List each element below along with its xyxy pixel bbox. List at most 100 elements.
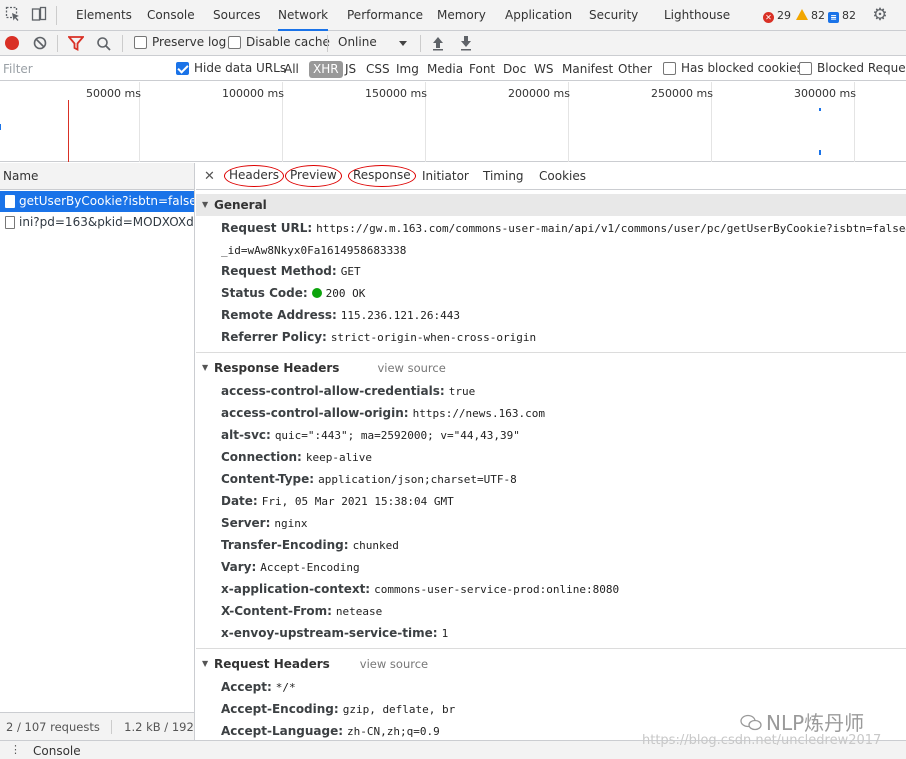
filter-type-ws[interactable]: WS [534, 61, 553, 78]
request-url-continuation: _id=wAw8Nkyx0Fa1614958683338 [221, 240, 406, 260]
hide-data-urls-checkbox[interactable] [176, 62, 189, 75]
clear-icon[interactable] [33, 36, 47, 50]
tab-response-label: Response [353, 168, 411, 182]
header-value: */* [275, 681, 296, 694]
tab-sources[interactable]: Sources [213, 0, 260, 31]
response-headers-section-header[interactable]: Response Headers view source [196, 357, 906, 379]
header-key: Accept-Language: [221, 724, 344, 738]
tab-security[interactable]: Security [589, 0, 638, 31]
info-count: 82 [842, 9, 856, 22]
error-count-badge[interactable]: ✕ 29 [763, 8, 791, 23]
filter-funnel-icon[interactable] [67, 36, 85, 51]
section-title: General [214, 198, 267, 212]
tab-cookies[interactable]: Cookies [539, 163, 586, 190]
blocked-requests-label: Blocked Requests [817, 61, 906, 75]
close-icon[interactable]: ✕ [204, 163, 215, 190]
filter-type-other[interactable]: Other [618, 61, 652, 78]
view-source-link[interactable]: view source [377, 361, 445, 375]
header-value: 200 OK [325, 287, 366, 300]
tab-timing[interactable]: Timing [483, 163, 524, 190]
tab-initiator[interactable]: Initiator [422, 163, 469, 190]
filter-type-media[interactable]: Media [427, 61, 463, 78]
filter-type-css[interactable]: CSS [366, 61, 390, 78]
timeline-tick-label: 200000 ms [508, 87, 570, 100]
timeline-request-mark [819, 108, 821, 111]
response-header-row: access-control-allow-origin: https://news… [221, 403, 545, 423]
request-header-row: Accept: */* [221, 677, 296, 697]
tab-preview[interactable]: Preview [285, 165, 342, 187]
timeline-overview[interactable]: 50000 ms 100000 ms 150000 ms 200000 ms 2… [0, 82, 906, 162]
divider [327, 35, 328, 52]
export-har-icon[interactable] [459, 35, 473, 51]
timeline-tick-label: 150000 ms [365, 87, 427, 100]
timeline-request-mark [0, 124, 1, 130]
search-icon[interactable] [96, 36, 112, 52]
request-count: 2 / 107 requests [6, 720, 100, 734]
response-header-row: Connection: keep-alive [221, 447, 372, 467]
tab-elements[interactable]: Elements [76, 0, 132, 31]
header-key: Connection: [221, 450, 302, 464]
divider [196, 648, 906, 649]
section-title: Request Headers [214, 657, 330, 671]
tab-response[interactable]: Response [348, 165, 416, 187]
filter-type-js[interactable]: JS [345, 61, 356, 78]
tab-performance[interactable]: Performance [347, 0, 423, 31]
tab-console[interactable]: Console [147, 0, 195, 31]
network-toolbar: Preserve log Disable cache Online [0, 31, 906, 56]
filter-type-font[interactable]: Font [469, 61, 495, 78]
drawer-tab-console[interactable]: Console [33, 744, 81, 758]
import-har-icon[interactable] [431, 35, 445, 51]
tab-application[interactable]: Application [505, 0, 572, 31]
throttling-select[interactable]: Online [338, 35, 377, 49]
tab-memory[interactable]: Memory [437, 0, 486, 31]
header-value: gzip, deflate, br [342, 703, 456, 716]
header-value: https://news.163.com [412, 407, 546, 420]
chevron-down-icon[interactable] [399, 41, 407, 46]
watermark-url: https://blog.csdn.net/uncledrew2017 [642, 733, 882, 748]
request-row[interactable]: getUserByCookie?isbtn=false... [0, 191, 194, 212]
info-icon: ≡ [828, 12, 839, 23]
watermark-brand: NLP炼丹师 [740, 707, 864, 736]
blocked-requests-checkbox[interactable] [799, 62, 812, 75]
response-header-row: Server: nginx [221, 513, 308, 533]
view-source-link[interactable]: view source [360, 657, 428, 671]
has-blocked-cookies-checkbox[interactable] [663, 62, 676, 75]
timeline-load-marker [68, 100, 69, 162]
header-key: Request Method: [221, 264, 337, 278]
referrer-policy-row: Referrer Policy: strict-origin-when-cross… [221, 327, 536, 347]
divider [420, 35, 421, 52]
warning-count-badge[interactable]: 82 [796, 8, 825, 23]
disable-cache-checkbox[interactable] [228, 36, 241, 49]
header-value: quic=":443"; ma=2592000; v="44,43,39" [274, 429, 520, 442]
tab-network[interactable]: Network [278, 0, 329, 31]
inspect-element-icon[interactable] [4, 6, 22, 24]
timeline-tick-label: 100000 ms [222, 87, 284, 100]
header-value: zh-CN,zh;q=0.9 [347, 725, 440, 738]
preserve-log-checkbox[interactable] [134, 36, 147, 49]
tab-headers[interactable]: Headers [224, 165, 284, 187]
divider [111, 720, 113, 734]
filter-type-xhr[interactable]: XHR [309, 61, 343, 78]
header-key: Content-Type: [221, 472, 315, 486]
filter-type-manifest[interactable]: Manifest [562, 61, 613, 78]
device-toolbar-icon[interactable] [30, 6, 48, 24]
settings-gear-icon[interactable]: ⚙ [871, 6, 889, 24]
drawer-menu-icon[interactable]: ⋮ [10, 744, 21, 756]
request-header-row: Accept-Encoding: gzip, deflate, br [221, 699, 455, 719]
general-section-header[interactable]: General [196, 194, 906, 216]
tab-lighthouse[interactable]: Lighthouse [664, 0, 730, 31]
info-count-badge[interactable]: ≡ 82 [828, 8, 856, 23]
request-row[interactable]: ini?pd=163&pkid=MODXOXd... [0, 212, 194, 233]
name-column-header[interactable]: Name [0, 163, 194, 190]
record-button[interactable] [5, 36, 19, 50]
filter-type-doc[interactable]: Doc [503, 61, 526, 78]
filter-type-all[interactable]: All [284, 61, 299, 78]
document-icon [5, 195, 15, 208]
header-key: Transfer-Encoding: [221, 538, 349, 552]
response-header-row: Transfer-Encoding: chunked [221, 535, 399, 555]
header-key: Request URL: [221, 221, 313, 235]
filter-type-img[interactable]: Img [396, 61, 419, 78]
filter-input[interactable] [0, 59, 163, 79]
header-value: netease [335, 605, 383, 618]
request-headers-section-header[interactable]: Request Headers view source [196, 653, 906, 675]
